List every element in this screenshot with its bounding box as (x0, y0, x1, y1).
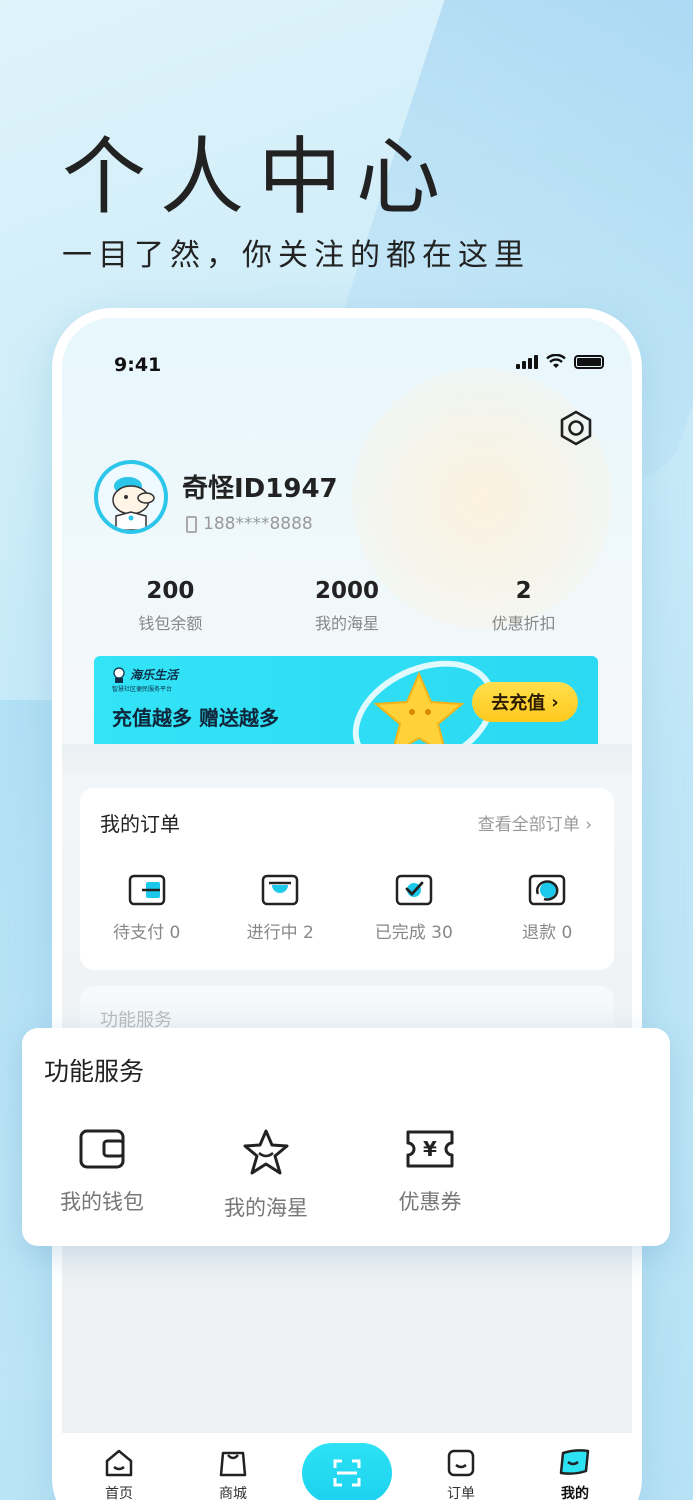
service-label: 优惠券 (398, 1190, 462, 1214)
wallet-pay-icon (128, 874, 165, 906)
orders-title: 我的订单 (100, 812, 180, 836)
stat-label: 钱包余额 (138, 614, 203, 633)
avatar[interactable] (94, 460, 168, 534)
hero-subtitle: 一目了然，你关注的都在这里 (62, 238, 530, 273)
user-name: 奇怪ID1947 (182, 474, 338, 504)
banner-logo: 海乐生活 (112, 666, 178, 683)
stat-label: 优惠折扣 (491, 614, 556, 633)
battery-icon (574, 355, 604, 369)
signal-icon (516, 355, 538, 369)
completed-icon (395, 874, 432, 906)
tab-label: 首页 (105, 1486, 133, 1500)
stat-discount[interactable]: 2 优惠折扣 (444, 578, 604, 634)
view-all-orders-link[interactable]: 查看全部订单 › (478, 810, 592, 835)
settings-icon[interactable] (558, 410, 594, 446)
tab-label: 商城 (219, 1486, 247, 1500)
tab-shop[interactable]: 商城 (193, 1447, 273, 1500)
in-progress-icon (262, 874, 299, 906)
order-label: 进行中 2 (246, 923, 314, 943)
stat-wallet-balance[interactable]: 200 钱包余额 (90, 578, 250, 634)
services-card: 功能服务 我的钱包 我的海星 ¥ 优惠券 (22, 1028, 670, 1246)
stat-value: 2 (515, 578, 532, 604)
stat-label: 我的海星 (314, 614, 379, 633)
services-row: 我的钱包 我的海星 ¥ 优惠券 (42, 1128, 490, 1222)
order-in-progress[interactable]: 进行中 2 (220, 874, 340, 943)
tab-home[interactable]: 首页 (79, 1447, 159, 1500)
tab-orders[interactable]: 订单 (421, 1447, 501, 1500)
mobile-phone-icon (186, 515, 197, 533)
order-pending-payment[interactable]: 待支付 0 (87, 874, 207, 943)
order-completed[interactable]: 已完成 30 (354, 874, 474, 943)
scan-button[interactable] (302, 1443, 392, 1500)
coupon-icon: ¥ (406, 1130, 454, 1168)
chevron-right-icon: › (551, 691, 559, 713)
orders-card: 我的订单 查看全部订单 › 待支付 0 进行中 2 已完成 30 退款 0 (80, 788, 614, 970)
service-label: 我的钱包 (60, 1190, 144, 1214)
stat-value: 200 (146, 578, 195, 604)
home-icon (105, 1449, 133, 1477)
user-phone-number: 188****8888 (203, 514, 313, 534)
wallet-icon (79, 1129, 125, 1169)
starfish-icon (243, 1129, 289, 1175)
service-wallet[interactable]: 我的钱包 (42, 1128, 162, 1222)
stats-row: 200 钱包余额 2000 我的海星 2 优惠折扣 (82, 578, 612, 634)
star-icon (373, 671, 465, 748)
order-status-row: 待支付 0 进行中 2 已完成 30 退款 0 (80, 874, 614, 943)
status-icons (516, 354, 604, 369)
shop-icon (219, 1451, 247, 1477)
svg-text:¥: ¥ (423, 1137, 437, 1161)
order-label: 待支付 0 (113, 923, 181, 943)
recharge-banner[interactable]: 海乐生活 智慧社区便民服务平台 充值越多 赠送越多 去充值 › (94, 656, 598, 748)
recharge-button-label: 去充值 (491, 693, 546, 714)
order-label: 退款 0 (522, 923, 573, 943)
wifi-icon (546, 354, 566, 368)
service-label: 我的海星 (224, 1196, 308, 1220)
bottom-tab-bar: 首页 商城 订单 我的 (62, 1432, 632, 1500)
stat-starfish[interactable]: 2000 我的海星 (267, 578, 427, 634)
refund-icon (529, 874, 566, 906)
tab-profile[interactable]: 我的 (535, 1447, 615, 1500)
service-coupon[interactable]: ¥ 优惠券 (370, 1128, 490, 1222)
banner-logo-text: 海乐生活 (130, 668, 179, 682)
scan-icon (333, 1459, 361, 1487)
tab-label: 订单 (447, 1486, 475, 1500)
profile-icon (559, 1449, 590, 1475)
tab-label: 我的 (561, 1486, 589, 1500)
brand-logo-icon (113, 666, 125, 683)
hero-title: 个人中心 (62, 128, 455, 226)
banner-shelf (62, 744, 632, 774)
banner-text: 充值越多 赠送越多 (112, 706, 279, 730)
status-time: 9:41 (114, 354, 162, 376)
recharge-button[interactable]: 去充值 › (472, 682, 578, 722)
stat-value: 2000 (314, 578, 379, 604)
service-starfish[interactable]: 我的海星 (206, 1128, 326, 1222)
chevron-right-icon: › (585, 815, 592, 835)
services-title: 功能服务 (44, 1057, 145, 1086)
banner-logo-subtitle: 智慧社区便民服务平台 (112, 686, 173, 693)
order-icon (447, 1449, 475, 1477)
tab-scan[interactable] (302, 1443, 392, 1500)
phone-screen: 9:41 奇怪ID1947 188****8888 200 钱包余额 2000 … (62, 318, 632, 1500)
user-phone: 188****8888 (186, 514, 313, 534)
order-label: 已完成 30 (374, 923, 453, 943)
order-refund[interactable]: 退款 0 (487, 874, 607, 943)
phone-frame: 9:41 奇怪ID1947 188****8888 200 钱包余额 2000 … (52, 308, 642, 1500)
